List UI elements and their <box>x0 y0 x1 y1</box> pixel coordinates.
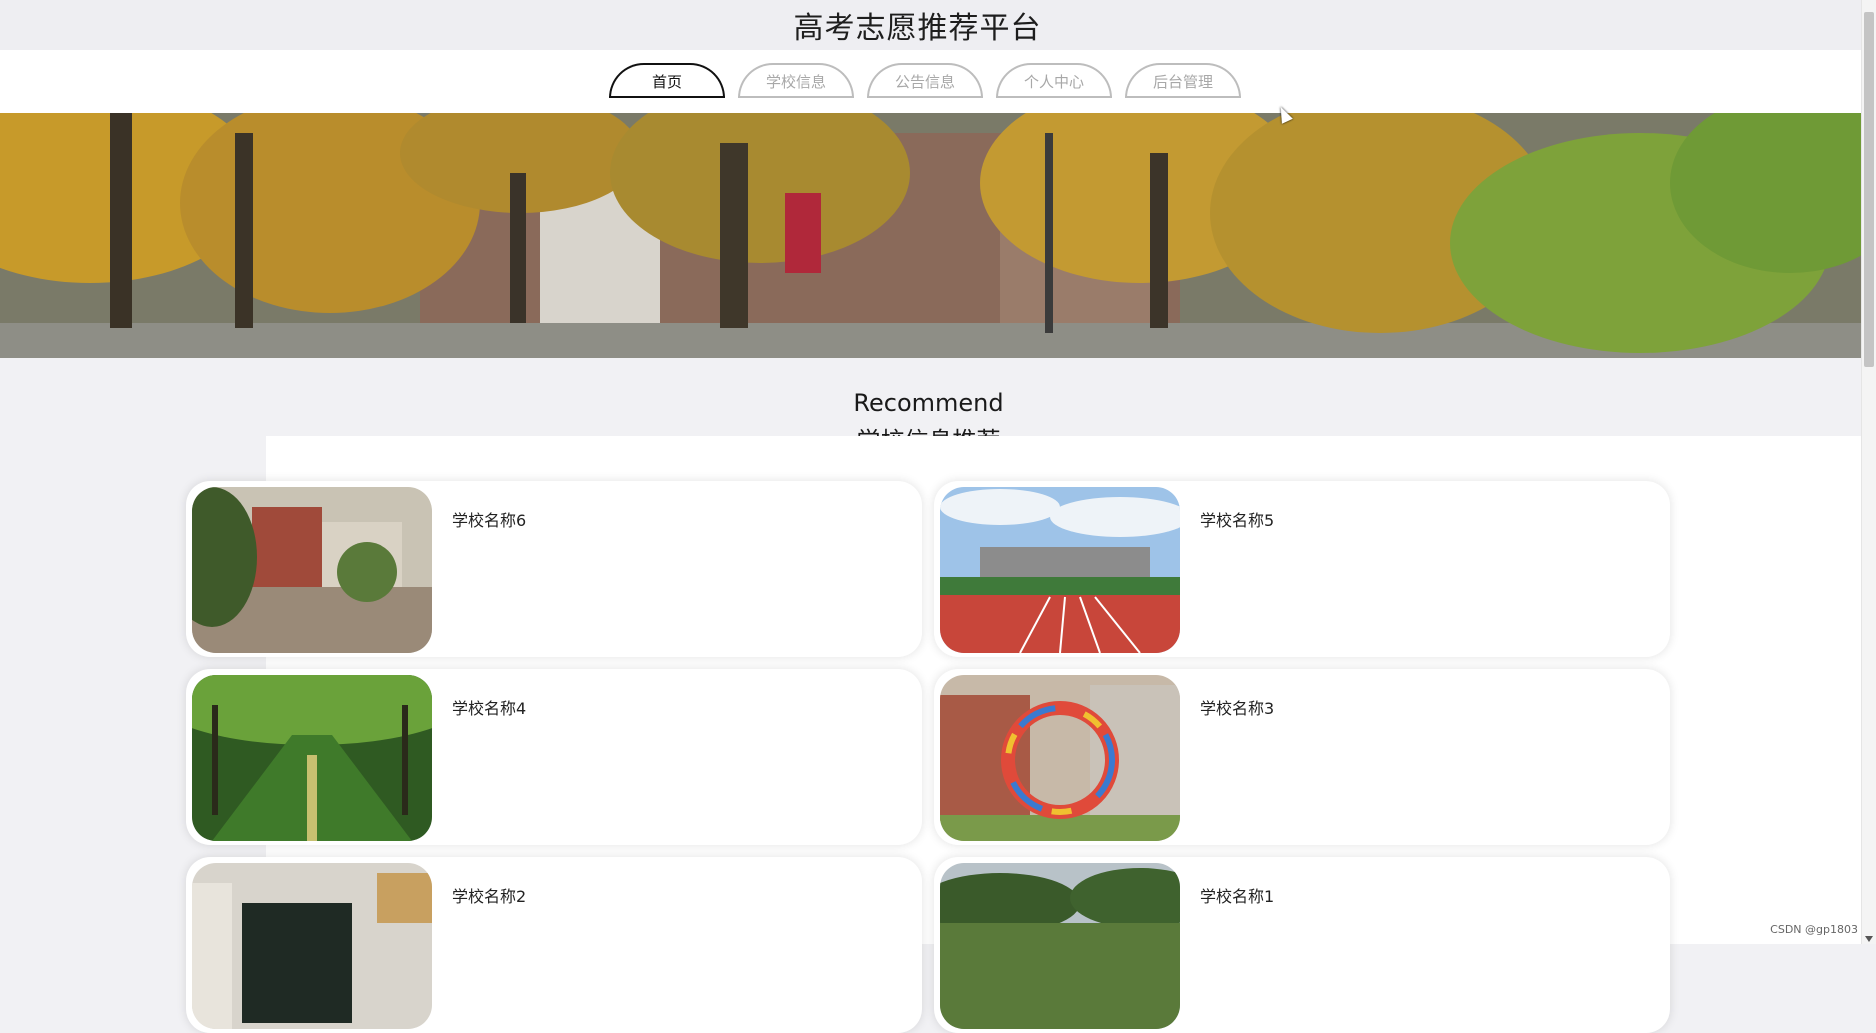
school-card[interactable]: 学校名称6 <box>186 481 922 657</box>
scrollbar-thumb[interactable] <box>1864 12 1874 367</box>
recommend-title-en: Recommend <box>853 389 1004 417</box>
school-name[interactable]: 学校名称5 <box>1200 507 1274 531</box>
nav-item-admin[interactable]: 后台管理 <box>1125 63 1241 98</box>
site-title: 高考志愿推荐平台 <box>793 11 1042 46</box>
nav-item-announcements[interactable]: 公告信息 <box>867 63 983 98</box>
nav-item-home[interactable]: 首页 <box>609 63 725 98</box>
school-card[interactable]: 学校名称5 <box>934 481 1670 657</box>
nav-item-school-info[interactable]: 学校信息 <box>738 63 854 98</box>
school-thumbnail[interactable] <box>940 675 1180 841</box>
school-thumbnail[interactable] <box>192 675 432 841</box>
main-nav: 首页 学校信息 公告信息 个人中心 后台管理 <box>0 50 1862 113</box>
page-scrollbar[interactable] <box>1861 0 1876 944</box>
school-name[interactable]: 学校名称6 <box>452 507 526 531</box>
school-thumbnail[interactable] <box>192 863 432 1029</box>
watermark-text: CSDN @gp1803 <box>1770 923 1858 936</box>
school-card[interactable]: 学校名称3 <box>934 669 1670 845</box>
school-name[interactable]: 学校名称1 <box>1200 883 1274 907</box>
school-card[interactable]: 学校名称2 <box>186 857 922 1033</box>
school-name[interactable]: 学校名称2 <box>452 883 526 907</box>
school-thumbnail[interactable] <box>940 487 1180 653</box>
scroll-down-icon[interactable] <box>1865 936 1873 942</box>
school-card-grid: 学校名称6 学校名称5 学校名称4 学校名称3 学校名称2 学校名称1 <box>186 481 1672 1033</box>
school-thumbnail[interactable] <box>940 863 1180 1029</box>
nav-list: 首页 学校信息 公告信息 个人中心 后台管理 <box>609 63 1241 98</box>
nav-item-personal-center[interactable]: 个人中心 <box>996 63 1112 98</box>
hero-banner-image <box>0 113 1862 358</box>
school-card[interactable]: 学校名称1 <box>934 857 1670 1033</box>
school-name[interactable]: 学校名称4 <box>452 695 526 719</box>
school-card[interactable]: 学校名称4 <box>186 669 922 845</box>
school-thumbnail[interactable] <box>192 487 432 653</box>
school-name[interactable]: 学校名称3 <box>1200 695 1274 719</box>
top-bar: 高考志愿推荐平台 <box>0 0 1862 50</box>
